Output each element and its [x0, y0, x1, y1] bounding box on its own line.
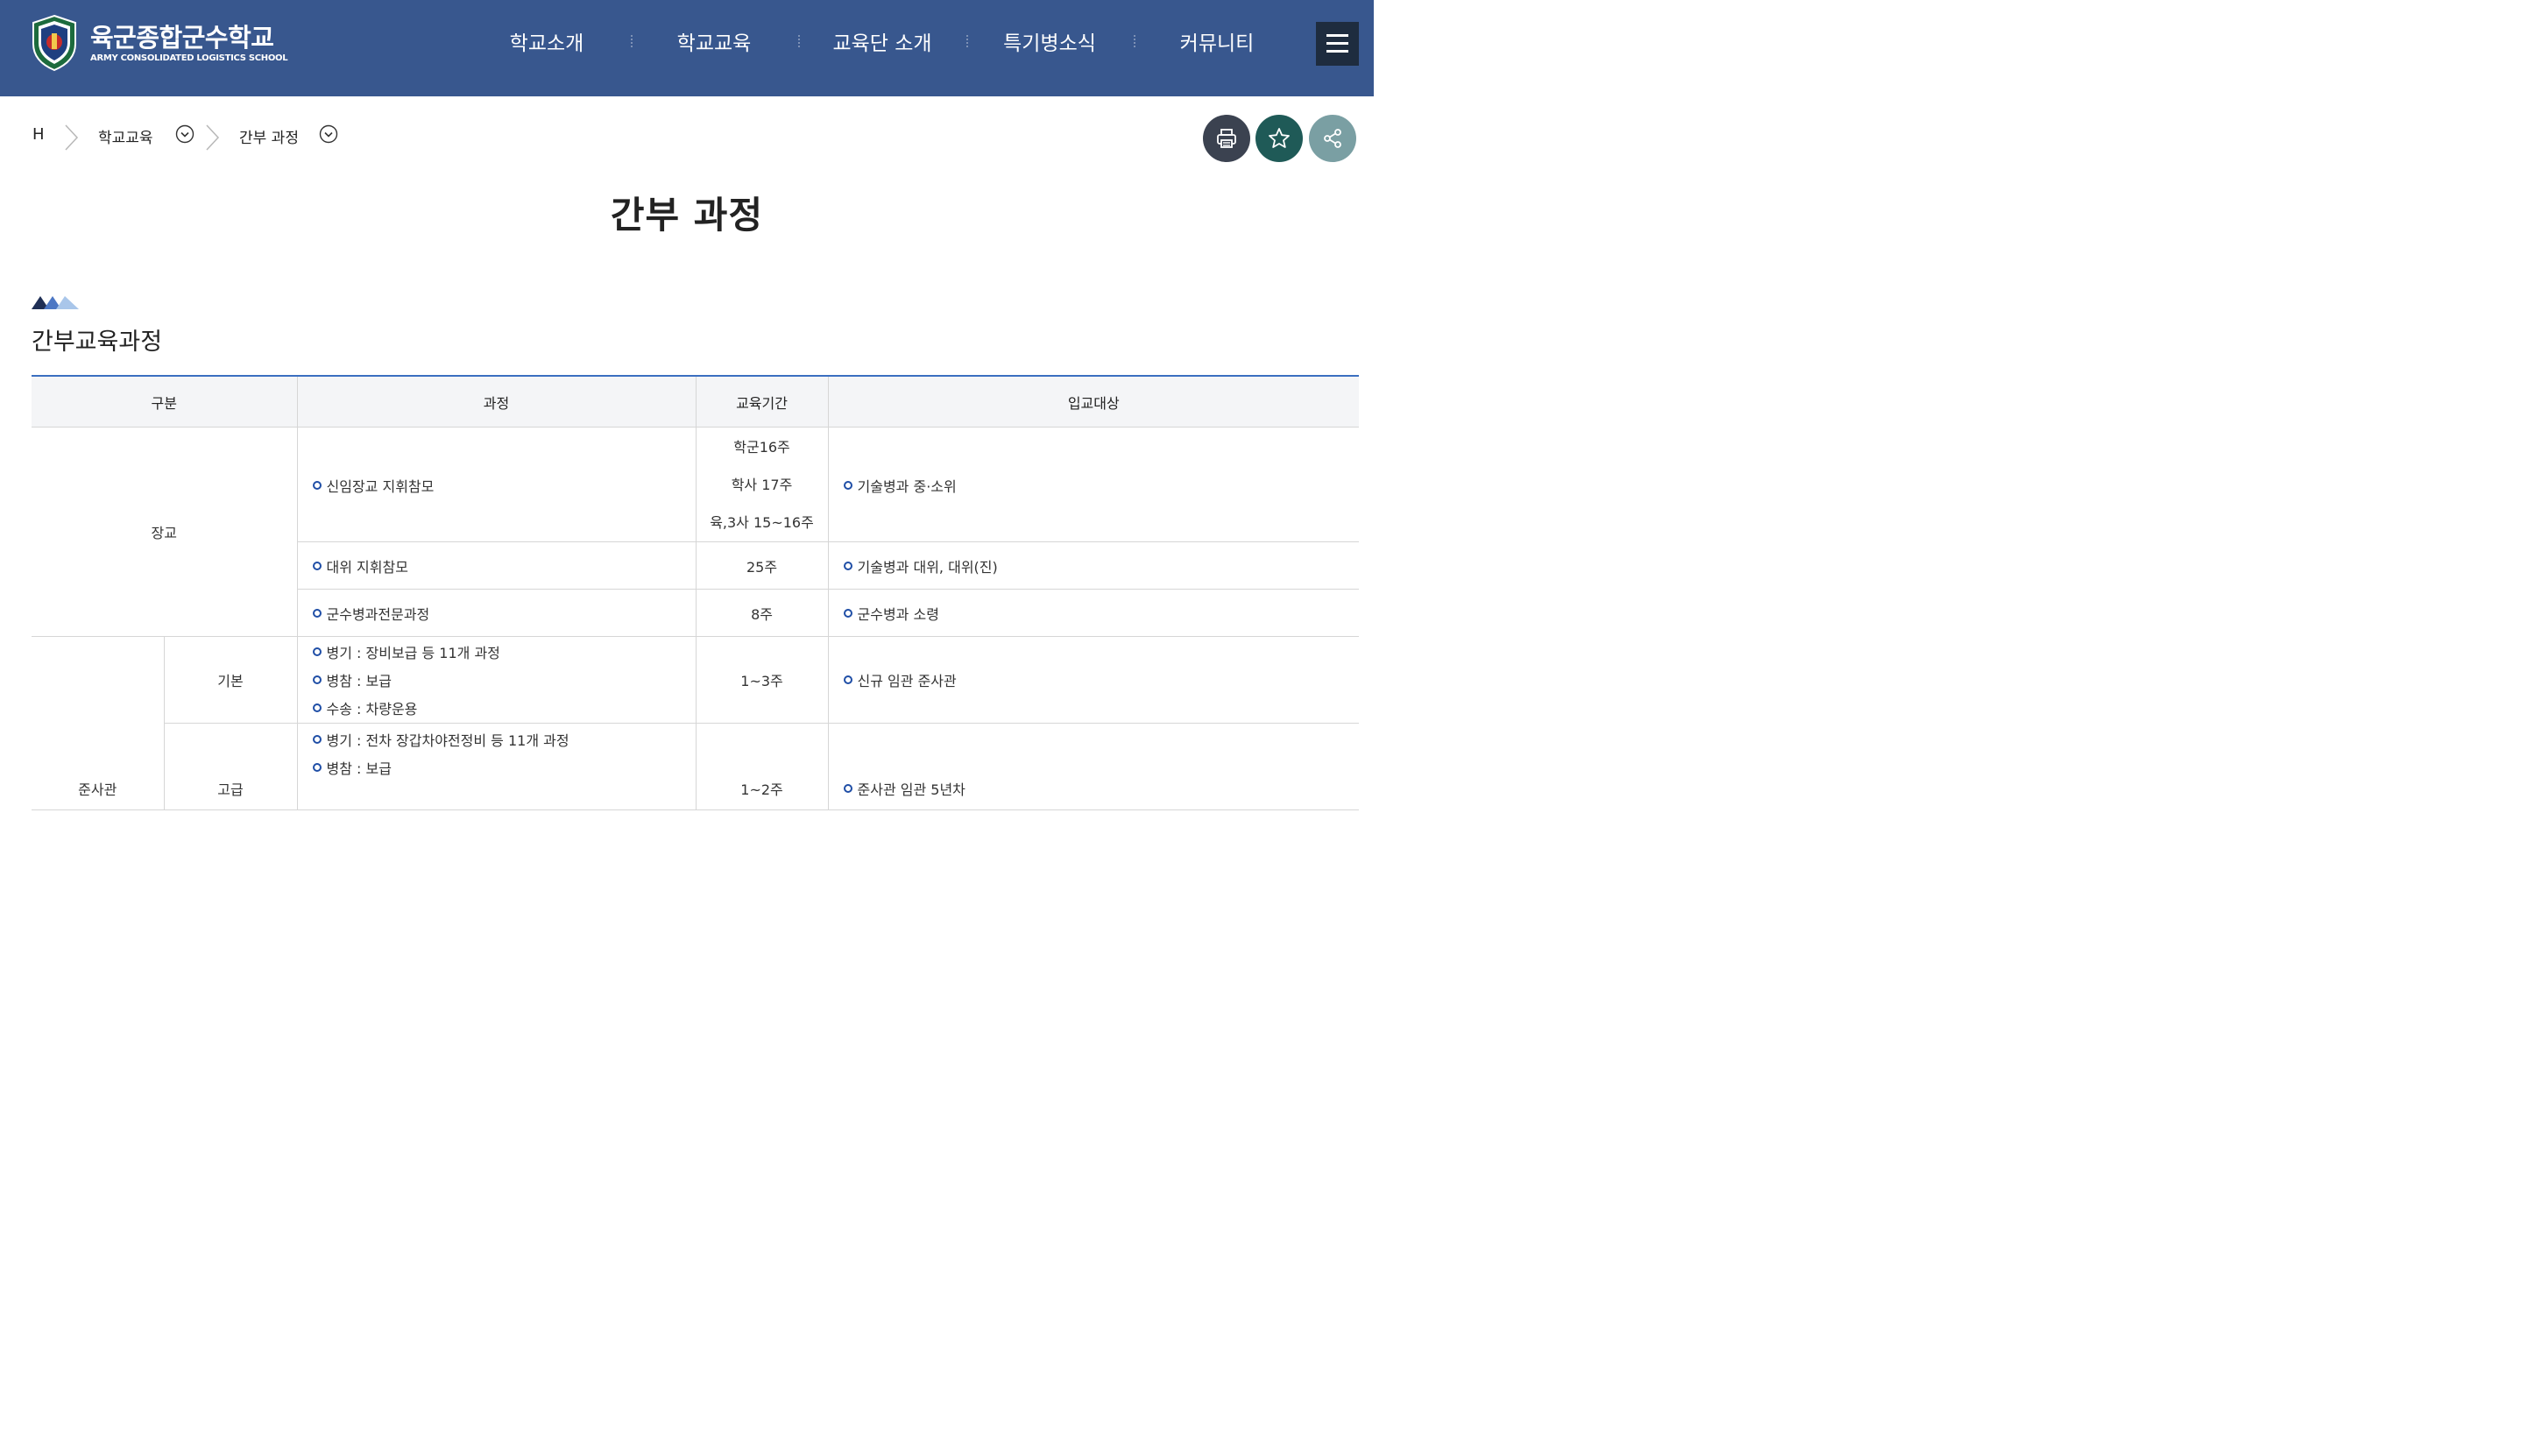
favorite-button[interactable] [1255, 115, 1303, 162]
bullet-icon [843, 608, 852, 618]
bullet-icon [312, 735, 322, 744]
nav-separator [798, 35, 802, 47]
bullet-icon [843, 675, 852, 684]
course-cell: 병기 : 전차 장갑차야전정비 등 11개 과정 병참 : 보급 [296, 723, 697, 810]
nav-separator [1134, 35, 1137, 47]
period-cell: 25주 [695, 541, 829, 590]
breadcrumb-chevron-icon [65, 124, 79, 151]
header-course: 과정 [296, 376, 697, 428]
course-table: 구분 과정 교육기간 입교대상 장교 신임장교 지휘참모 학군16주 학사 17… [32, 375, 1360, 810]
header-target: 입교대상 [827, 376, 1360, 428]
course-text: 병기 : 전차 장갑차야전정비 등 11개 과정 [326, 732, 569, 749]
course-text: 군수병과전문과정 [326, 605, 430, 623]
subcategory-cell: 기본 [163, 636, 298, 724]
table-row: 준사관 기본 병기 : 장비보급 등 11개 과정 병참 : 보급 수송 : 차… [32, 636, 1360, 810]
period-text: 학사 17주 [731, 476, 793, 493]
nav-item-education[interactable]: 학교교육 [677, 26, 752, 56]
bullet-icon [843, 561, 852, 570]
target-cell: 준사관 임관 5년차 [827, 723, 1360, 810]
star-icon [1269, 128, 1290, 148]
bullet-icon [312, 608, 322, 618]
course-cell: 대위 지휘참모 [296, 541, 697, 590]
course-cell: 병기 : 장비보급 등 11개 과정 병참 : 보급 수송 : 차량운용 [296, 636, 697, 724]
target-cell: 신규 임관 준사관 [827, 636, 1360, 724]
table-header-row: 구분 과정 교육기간 입교대상 [32, 376, 1360, 428]
period-cell: 1~3주 [695, 636, 829, 724]
chevron-down-icon[interactable] [319, 124, 338, 144]
bullet-icon [312, 481, 322, 490]
page-title: 간부 과정 [610, 194, 764, 237]
bullet-icon [312, 763, 322, 772]
bullet-icon [312, 703, 322, 712]
section-decoration-icon [32, 296, 79, 309]
period-cell: 1~2주 [695, 723, 829, 810]
target-text: 기술병과 대위, 대위(진) [857, 558, 998, 576]
header-period: 교육기간 [695, 376, 829, 428]
course-text: 병참 : 보급 [326, 760, 392, 777]
category-cell-officer: 장교 [32, 427, 298, 637]
breadcrumb-level1[interactable]: 학교교육 [98, 125, 153, 147]
course-cell: 군수병과전문과정 [296, 589, 697, 637]
target-text: 군수병과 소령 [857, 605, 939, 623]
period-cell: 학군16주 학사 17주 육,3사 15~16주 [695, 427, 829, 542]
nav-separator [631, 35, 634, 47]
course-text: 병참 : 보급 [326, 673, 392, 689]
bullet-icon [312, 561, 322, 570]
bullet-icon [843, 784, 852, 793]
course-cell: 신임장교 지휘참모 [296, 427, 697, 542]
breadcrumb-level2[interactable]: 간부 과정 [239, 125, 299, 147]
course-text: 신임장교 지휘참모 [326, 478, 435, 495]
period-text: 육,3사 15~16주 [710, 513, 814, 531]
nav-separator [966, 35, 970, 47]
print-button[interactable] [1203, 115, 1250, 162]
period-text: 학군16주 [733, 438, 790, 456]
course-text: 수송 : 차량운용 [326, 701, 418, 717]
logo-subtitle[interactable]: ARMY CONSOLIDATED LOGISTICS SCHOOL [90, 53, 288, 63]
target-cell: 기술병과 중·소위 [827, 427, 1360, 542]
target-text: 준사관 임관 5년차 [857, 781, 965, 798]
subcategory-cell: 고급 [163, 723, 298, 810]
nav-item-news[interactable]: 특기병소식 [1003, 26, 1096, 56]
table-row: 장교 신임장교 지휘참모 학군16주 학사 17주 육,3사 15~16주 기술… [32, 427, 1360, 637]
printer-icon [1217, 129, 1236, 148]
share-icon [1324, 129, 1341, 148]
nav-item-division[interactable]: 교육단 소개 [832, 26, 931, 56]
bullet-icon [843, 481, 852, 490]
period-cell: 8주 [695, 589, 829, 637]
course-text: 병기 : 장비보급 등 11개 과정 [326, 645, 500, 661]
bullet-icon [312, 647, 322, 656]
table-row: 고급 병기 : 전차 장갑차야전정비 등 11개 과정 병참 : 보급 1~2주… [32, 723, 1360, 810]
target-text: 기술병과 중·소위 [857, 478, 957, 495]
hamburger-menu-icon[interactable] [1316, 22, 1359, 66]
share-button[interactable] [1309, 115, 1356, 162]
breadcrumb-home[interactable]: H [32, 125, 45, 144]
target-cell: 군수병과 소령 [827, 589, 1360, 637]
school-emblem-icon[interactable] [30, 14, 79, 72]
logo-title[interactable]: 육군종합군수학교 [90, 18, 274, 54]
target-text: 신규 임관 준사관 [857, 673, 957, 689]
course-text: 대위 지휘참모 [326, 558, 408, 576]
target-cell: 기술병과 대위, 대위(진) [827, 541, 1360, 590]
nav-item-about[interactable]: 학교소개 [510, 26, 584, 56]
nav-item-community[interactable]: 커뮤니티 [1180, 26, 1255, 56]
bullet-icon [312, 675, 322, 684]
site-header: 육군종합군수학교 ARMY CONSOLIDATED LOGISTICS SCH… [0, 0, 1374, 96]
header-category: 구분 [32, 376, 298, 428]
chevron-down-icon[interactable] [175, 124, 194, 144]
section-title: 간부교육과정 [32, 329, 163, 356]
breadcrumb-chevron-icon [206, 124, 220, 151]
category-cell-warrant: 준사관 [32, 636, 164, 810]
